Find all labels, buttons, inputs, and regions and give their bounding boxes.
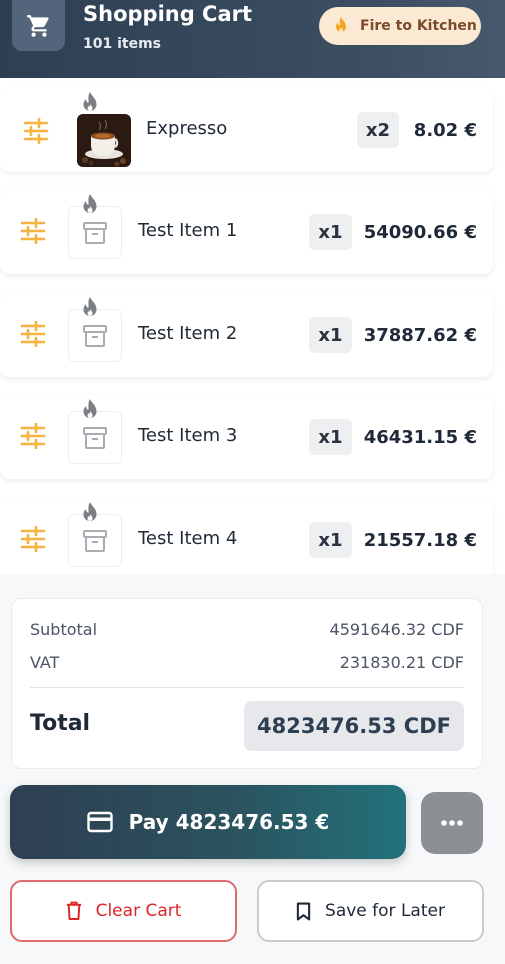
- item-price: 46431.15 €: [363, 427, 477, 448]
- fire-to-kitchen-label: Fire to Kitchen: [360, 18, 477, 34]
- cart-item-list: Expresso x2 8.02 € Test Item 1 x1 54090.: [0, 78, 505, 574]
- quantity-badge[interactable]: x1: [309, 214, 352, 250]
- flame-icon: [83, 297, 97, 316]
- cart-item[interactable]: Test Item 4 x1 21557.18 €: [0, 498, 493, 574]
- checkout-footer: Subtotal 4591646.32 CDF VAT 231830.21 CD…: [0, 574, 505, 964]
- page-title: Shopping Cart: [83, 2, 253, 26]
- item-price: 37887.62 €: [363, 325, 477, 346]
- item-price: 8.02 €: [413, 120, 477, 141]
- quantity-badge[interactable]: x2: [357, 112, 399, 148]
- adjust-options-icon[interactable]: [20, 321, 46, 347]
- vat-row: VAT 231830.21 CDF: [30, 653, 464, 672]
- save-for-later-button[interactable]: Save for Later: [257, 880, 484, 942]
- more-dots-icon: [441, 820, 463, 826]
- archive-box-icon: [83, 324, 107, 347]
- save-for-later-label: Save for Later: [325, 901, 445, 921]
- flame-icon: [83, 502, 97, 521]
- subtotal-value: 4591646.32 CDF: [329, 620, 464, 639]
- flame-icon: [83, 194, 97, 213]
- archive-box-icon: [83, 529, 107, 552]
- order-summary: Subtotal 4591646.32 CDF VAT 231830.21 CD…: [11, 598, 483, 769]
- flame-icon: [83, 92, 97, 111]
- cart-item[interactable]: Test Item 1 x1 54090.66 €: [0, 190, 493, 274]
- archive-box-icon: [83, 221, 107, 244]
- adjust-options-icon[interactable]: [23, 118, 49, 144]
- flame-icon: [83, 399, 97, 418]
- bookmark-icon: [296, 902, 311, 920]
- quantity-badge[interactable]: x1: [309, 522, 352, 558]
- espresso-photo: [77, 114, 131, 167]
- subtotal-label: Subtotal: [30, 620, 98, 639]
- credit-card-icon: [86, 811, 113, 833]
- item-count: 101 items: [83, 36, 162, 52]
- subtotal-row: Subtotal 4591646.32 CDF: [30, 620, 464, 639]
- divider: [30, 687, 464, 688]
- clear-cart-button[interactable]: Clear Cart: [10, 880, 237, 942]
- flame-icon: [336, 17, 346, 33]
- cart-badge: [12, 0, 65, 51]
- fire-to-kitchen-button[interactable]: Fire to Kitchen: [319, 7, 481, 45]
- adjust-options-icon[interactable]: [20, 526, 46, 552]
- item-name: Test Item 4: [138, 528, 238, 549]
- cart-item[interactable]: Test Item 2 x1 37887.62 €: [0, 293, 493, 377]
- item-name: Expresso: [146, 118, 228, 139]
- adjust-options-icon[interactable]: [20, 423, 46, 449]
- vat-label: VAT: [30, 653, 60, 672]
- archive-box-icon: [83, 426, 107, 449]
- quantity-badge[interactable]: x1: [309, 419, 352, 455]
- cart-item[interactable]: Test Item 3 x1 46431.15 €: [0, 395, 493, 479]
- total-value: 4823476.53 CDF: [244, 701, 464, 751]
- vat-value: 231830.21 CDF: [339, 653, 464, 672]
- item-name: Test Item 1: [138, 220, 238, 241]
- item-name: Test Item 3: [138, 425, 238, 446]
- cart-icon: [26, 14, 49, 37]
- pay-label: Pay 4823476.53 €: [128, 810, 330, 834]
- item-price: 21557.18 €: [363, 530, 477, 551]
- header: Shopping Cart 101 items Fire to Kitchen: [0, 0, 505, 78]
- more-options-button[interactable]: [421, 792, 483, 854]
- pay-button[interactable]: Pay 4823476.53 €: [10, 785, 406, 859]
- quantity-badge[interactable]: x1: [309, 317, 352, 353]
- adjust-options-icon[interactable]: [20, 218, 46, 244]
- cart-item[interactable]: Expresso x2 8.02 €: [0, 88, 493, 172]
- item-name: Test Item 2: [138, 323, 238, 344]
- item-price: 54090.66 €: [363, 222, 477, 243]
- total-label: Total: [30, 711, 91, 736]
- clear-cart-label: Clear Cart: [95, 901, 182, 921]
- trash-icon: [66, 901, 81, 920]
